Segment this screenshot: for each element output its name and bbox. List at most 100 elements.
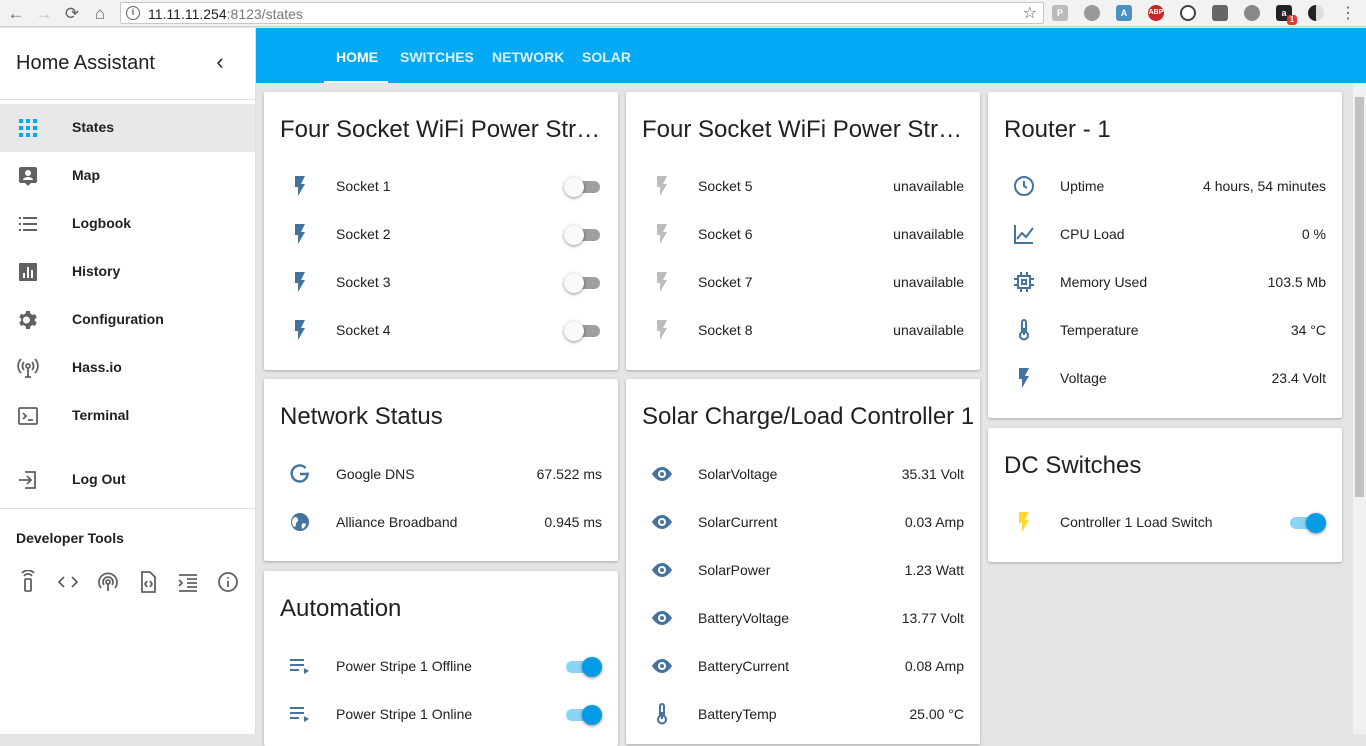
card-title: DC Switches xyxy=(1004,452,1142,479)
load-switch-toggle[interactable] xyxy=(1288,513,1326,533)
socket-toggle[interactable] xyxy=(564,273,602,293)
card-title: Four Socket WiFi Power Strip … xyxy=(642,116,964,143)
extension-box-icon[interactable] xyxy=(1212,5,1228,21)
list-item[interactable]: Power Stripe 1 Offline xyxy=(280,646,602,686)
remote-icon[interactable] xyxy=(16,569,40,594)
reload-icon[interactable]: ⟳ xyxy=(62,4,82,24)
list-item[interactable]: Temperature 34 °C xyxy=(1004,310,1326,350)
list-item[interactable]: Power Stripe 1 Online xyxy=(280,694,602,734)
entity-name: Voltage xyxy=(1060,370,1107,386)
sidebar-item-terminal[interactable]: Terminal xyxy=(0,392,255,440)
tab-solar[interactable]: SOLAR xyxy=(582,28,631,83)
automation-toggle[interactable] xyxy=(564,705,602,725)
list-item[interactable]: Alliance Broadband 0.945 ms xyxy=(280,502,602,542)
list-item[interactable]: Socket 1 xyxy=(280,166,602,206)
flash-icon xyxy=(657,176,667,196)
extension-spy-icon[interactable] xyxy=(1244,5,1260,21)
site-info-icon[interactable]: i xyxy=(126,6,140,20)
sidebar-item-label: States xyxy=(72,119,115,135)
info-outline-icon[interactable] xyxy=(216,570,240,594)
sidebar-item-map[interactable]: Map xyxy=(0,152,255,200)
sidebar-item-label: Logbook xyxy=(72,215,132,231)
list-item[interactable]: Memory Used 103.5 Mb xyxy=(1004,262,1326,302)
entity-state: 67.522 ms xyxy=(536,466,602,482)
tab-network[interactable]: NETWORK xyxy=(492,28,564,83)
dark-mode-icon[interactable] xyxy=(1308,5,1324,21)
access-point-icon[interactable] xyxy=(96,570,120,594)
format-list-icon[interactable] xyxy=(176,570,200,594)
socket-toggle[interactable] xyxy=(564,321,602,341)
tab-home[interactable]: HOME xyxy=(336,28,378,83)
entity-name: Socket 3 xyxy=(336,274,391,290)
browser-menu-icon[interactable]: ⋮ xyxy=(1338,4,1358,24)
list-item[interactable]: Socket 7 unavailable xyxy=(642,262,964,302)
list-item[interactable]: Socket 5 unavailable xyxy=(642,166,964,206)
list-item[interactable]: Socket 6 unavailable xyxy=(642,214,964,254)
bookmark-star-icon[interactable]: ☆ xyxy=(1023,3,1037,23)
sidebar-item-states[interactable]: States xyxy=(0,104,255,152)
sidebar-item-logout[interactable]: Log Out xyxy=(0,456,255,504)
entity-name: Power Stripe 1 Online xyxy=(336,706,473,722)
gear-icon xyxy=(19,311,37,329)
entity-name: Socket 1 xyxy=(336,178,391,194)
list-item[interactable]: Socket 2 xyxy=(280,214,602,254)
list-item[interactable]: Google DNS 67.522 ms xyxy=(280,454,602,494)
browser-toolbar: ← → ⟳ ⌂ i 11.11.11.254:8123/states ☆ P A… xyxy=(0,0,1366,27)
tab-switches[interactable]: SWITCHES xyxy=(400,28,474,83)
list-item[interactable]: SolarVoltage 35.31 Volt xyxy=(642,454,964,494)
page-scrollbar[interactable] xyxy=(1353,83,1366,734)
sidebar-divider xyxy=(0,508,255,509)
automation-toggle[interactable] xyxy=(564,657,602,677)
list-item[interactable]: BatteryCurrent 0.08 Amp xyxy=(642,646,964,686)
eye-icon xyxy=(652,659,672,673)
extension-p-icon[interactable]: P xyxy=(1052,5,1068,21)
extension-image-icon[interactable]: A xyxy=(1116,5,1132,21)
sidebar-item-configuration[interactable]: Configuration xyxy=(0,296,255,344)
back-arrow-icon[interactable]: ← xyxy=(6,4,26,24)
forward-arrow-icon[interactable]: → xyxy=(34,4,54,24)
card-power-strip-1: Four Socket WiFi Power Strip … Socket 1 … xyxy=(264,92,618,370)
sidebar: Home Assistant ‹ States Map Logbook Hist… xyxy=(0,28,256,734)
card-title: Four Socket WiFi Power Strip … xyxy=(280,116,602,143)
app-header: HOME SWITCHES NETWORK SOLAR xyxy=(256,28,1366,83)
socket-toggle[interactable] xyxy=(564,177,602,197)
sidebar-item-hassio[interactable]: Hass.io xyxy=(0,344,255,392)
card-title: Automation xyxy=(280,595,402,622)
list-item[interactable]: Socket 8 unavailable xyxy=(642,310,964,350)
speedometer-icon[interactable] xyxy=(1180,5,1196,21)
scrollbar-thumb[interactable] xyxy=(1355,97,1364,497)
list-item[interactable]: SolarCurrent 0.03 Amp xyxy=(642,502,964,542)
entity-name: Socket 2 xyxy=(336,226,391,242)
eye-icon xyxy=(652,611,672,625)
entity-name: BatteryCurrent xyxy=(698,658,790,674)
eye-icon xyxy=(652,515,672,529)
card-title: Router - 1 xyxy=(1004,116,1111,143)
home-icon[interactable]: ⌂ xyxy=(90,4,110,24)
sidebar-item-logbook[interactable]: Logbook xyxy=(0,200,255,248)
list-item[interactable]: SolarPower 1.23 Watt xyxy=(642,550,964,590)
list-item[interactable]: Controller 1 Load Switch xyxy=(1004,502,1326,542)
list-item[interactable]: Socket 4 xyxy=(280,310,602,350)
adblock-plus-icon[interactable]: ABP xyxy=(1148,5,1164,21)
list-item[interactable]: Socket 3 xyxy=(280,262,602,302)
entity-name: Google DNS xyxy=(336,466,415,482)
exit-icon xyxy=(19,471,36,489)
file-code-icon[interactable] xyxy=(136,570,160,594)
code-tags-icon[interactable] xyxy=(56,570,80,594)
entity-name: BatteryTemp xyxy=(698,706,777,722)
sidebar-item-history[interactable]: History xyxy=(0,248,255,296)
socket-toggle[interactable] xyxy=(564,225,602,245)
entity-name: Alliance Broadband xyxy=(336,514,458,530)
list-item[interactable]: Voltage 23.4 Volt xyxy=(1004,358,1326,398)
address-bar[interactable]: i 11.11.11.254:8123/states ☆ xyxy=(120,2,1044,24)
list-item[interactable]: BatteryVoltage 13.77 Volt xyxy=(642,598,964,638)
entity-state: unavailable xyxy=(893,322,964,338)
collapse-sidebar-icon[interactable]: ‹ xyxy=(208,50,232,74)
list-item[interactable]: Uptime 4 hours, 54 minutes xyxy=(1004,166,1326,206)
list-item[interactable]: CPU Load 0 % xyxy=(1004,214,1326,254)
extension-bulb-icon[interactable] xyxy=(1084,5,1100,21)
entity-name: Uptime xyxy=(1060,178,1105,194)
antenna-icon xyxy=(17,358,39,378)
list-item[interactable]: BatteryTemp 25.00 °C xyxy=(642,694,964,734)
sidebar-header: Home Assistant ‹ xyxy=(0,28,255,100)
